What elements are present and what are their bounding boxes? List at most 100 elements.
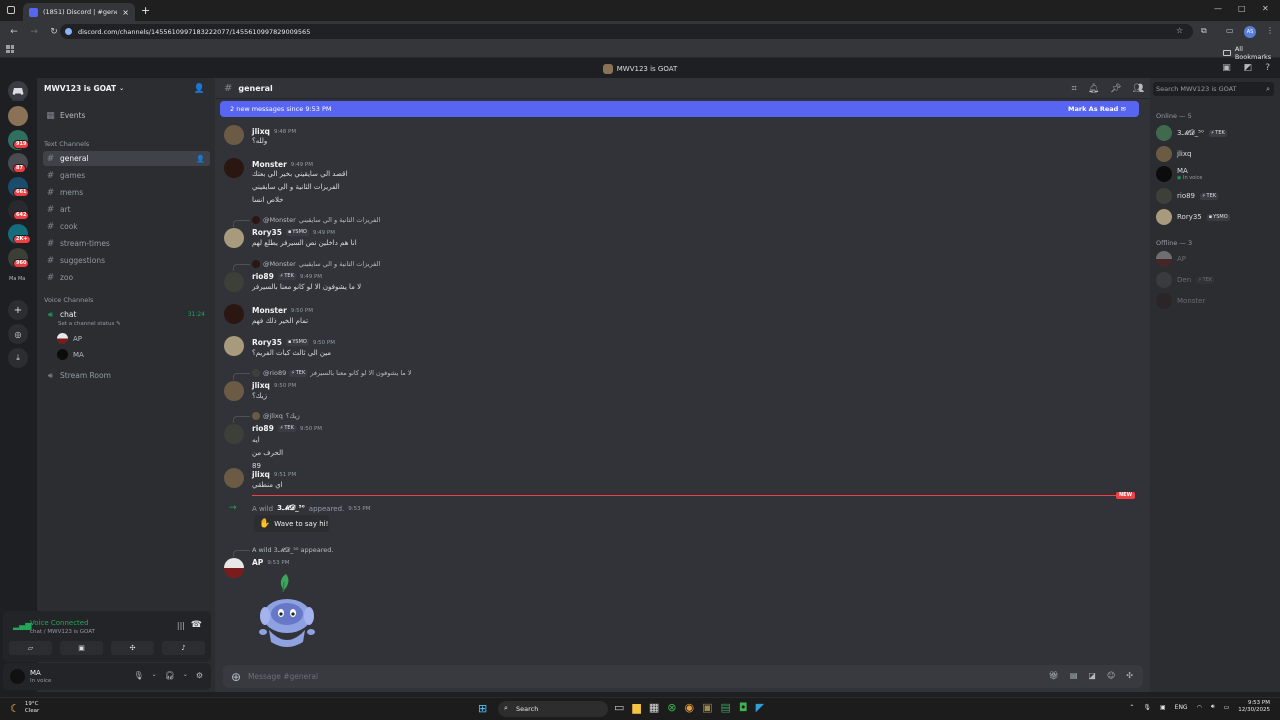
member-list-icon[interactable]: 👥︎ [1133, 84, 1144, 94]
back-icon[interactable]: ← [8, 27, 20, 37]
noise-suppression-icon[interactable]: ||| [177, 621, 185, 630]
telegram-icon[interactable]: ◤ [756, 701, 764, 714]
channel-status-link[interactable]: Set a channel status ✎ [58, 321, 121, 327]
url-field[interactable]: discord.com/channels/1455610997183222077… [60, 24, 1193, 39]
channel-art[interactable]: # art [43, 202, 210, 217]
voice-channel-stream-room[interactable]: 🔊︎ Stream Room [43, 368, 210, 383]
wifi-icon[interactable]: ◠ [1197, 704, 1202, 711]
close-tab-icon[interactable]: × [122, 8, 129, 17]
audio-options-chevron-icon[interactable]: ⌄ [183, 671, 188, 680]
calendar-app-icon[interactable]: ▦ [649, 701, 659, 714]
avatar[interactable] [224, 158, 244, 178]
voice-user-ap[interactable]: AP [57, 333, 82, 344]
pin-icon[interactable]: 📌︎ [1110, 84, 1121, 94]
screenshare-icon[interactable]: ◩ [1244, 63, 1253, 73]
notification-bell-icon[interactable]: 🔔︎ [1088, 84, 1099, 94]
reply-preview[interactable]: @jlixq زيك؟ [233, 412, 300, 423]
tray-app-icon[interactable]: ▣ [1160, 704, 1166, 711]
channel-games[interactable]: # games [43, 168, 210, 183]
author-name[interactable]: rio89 [252, 272, 274, 281]
sticker-icon[interactable]: ◪ [1088, 671, 1096, 680]
microphone-icon[interactable]: 🎙︎ [133, 671, 143, 680]
server-search-input[interactable]: Search MWV123 is GOAT ⌕ [1153, 82, 1274, 96]
author-name[interactable]: AP [252, 558, 263, 567]
mic-options-chevron-icon[interactable]: ⌄ [152, 671, 157, 680]
reload-icon[interactable]: ↻ [48, 27, 60, 37]
voice-channel-chat[interactable]: 🔊︎ chat 31:24 [43, 307, 210, 322]
author-name[interactable]: Monster [252, 306, 287, 315]
member-item[interactable]: Rory35 ▪ YSMO [1156, 209, 1230, 225]
site-info-icon[interactable] [65, 28, 72, 35]
emoji-icon[interactable]: ☺ [1107, 671, 1115, 680]
member-item[interactable]: Monster [1156, 293, 1205, 309]
profile-avatar[interactable]: AS [1244, 26, 1256, 38]
channel-suggestions[interactable]: # suggestions [43, 253, 210, 268]
add-member-icon[interactable]: 👤 [196, 155, 205, 163]
invite-icon[interactable]: 👤 [194, 84, 205, 94]
voice-user-ma[interactable]: MA [57, 349, 84, 360]
author-name[interactable]: Rory35 [252, 228, 282, 237]
clock[interactable]: 9:53 PM 12/30/2025 [1238, 700, 1270, 714]
server-mwv123[interactable] [8, 106, 28, 126]
video-button[interactable]: ▱ [9, 641, 52, 655]
avatar[interactable] [224, 272, 244, 292]
minecraft-icon[interactable]: ▣ [702, 701, 712, 714]
wave-button[interactable]: ✋ Wave to say hi! [254, 515, 329, 532]
voice-connected-label[interactable]: Voice Connected [30, 619, 89, 627]
windows-start-icon[interactable]: ⊞ [478, 702, 487, 715]
user-avatar[interactable] [10, 669, 25, 684]
task-view-icon[interactable]: ▭ [614, 701, 624, 714]
message-composer[interactable]: ⊕ Message #general 🎁︎ ▤ ◪ ☺ ✣ [223, 665, 1143, 688]
channel-cook[interactable]: # cook [43, 219, 210, 234]
user-name[interactable]: MA [30, 669, 41, 677]
tray-lang[interactable]: ENG [1175, 704, 1188, 711]
weather-widget[interactable]: ☾ 19°C Clear [10, 701, 39, 715]
channel-general[interactable]: # general 👤 [43, 151, 210, 166]
member-item[interactable]: AP [1156, 251, 1186, 267]
join-user[interactable]: 3𝓜𝓓_⁵⁰ [277, 504, 305, 513]
channel-zoo[interactable]: # zoo [43, 270, 210, 285]
author-name[interactable]: jlixq [252, 381, 270, 390]
text-channels-category[interactable]: Text Channels [44, 140, 89, 148]
signal-icon[interactable]: ▂▄▆ [13, 621, 31, 630]
channel-stream-times[interactable]: # stream-times [43, 236, 210, 251]
channel-mems[interactable]: # mems [43, 185, 210, 200]
soundboard-button[interactable]: ♪ [162, 641, 205, 655]
gift-icon[interactable]: 🎁︎ [1049, 671, 1059, 680]
chrome-icon[interactable]: ◉ [685, 701, 695, 714]
member-item[interactable]: jlixq [1156, 146, 1191, 162]
apps-icon[interactable]: ✣ [1126, 671, 1133, 680]
member-item[interactable]: rio89 ⚡ TEK [1156, 188, 1219, 204]
author-name[interactable]: jlixq [252, 127, 270, 136]
reply-preview[interactable]: @rio89 ⚡ TEK لا ما يشوفون الا لو كانو معن… [233, 369, 412, 380]
events-item[interactable]: ▦ Events [43, 108, 210, 123]
discover-icon[interactable]: ◎ [8, 324, 28, 344]
disconnect-icon[interactable]: ☎ [191, 620, 202, 630]
volume-icon[interactable]: 🔊︎ [1211, 703, 1215, 711]
member-item[interactable]: Den ⚡ TEK [1156, 272, 1215, 288]
member-item[interactable]: 3𝓜𝓓_⁵⁰ ⚡ TEK [1156, 125, 1227, 141]
dm-folder-label[interactable]: Ma Ma [9, 276, 25, 282]
avatar[interactable] [224, 336, 244, 356]
avatar[interactable] [224, 381, 244, 401]
browser-tab[interactable]: (1851) Discord | #general | MWV × [23, 3, 135, 21]
maximize-icon[interactable]: □ [1238, 4, 1246, 13]
wumpus-sticker[interactable] [259, 572, 321, 650]
new-messages-bar[interactable]: 2 new messages since 9:53 PM Mark As Rea… [220, 101, 1139, 117]
reply-preview[interactable]: @Monster الفريزات الثانية و الي سايقيني [233, 260, 380, 271]
battery-icon[interactable]: ▭ [1224, 704, 1230, 711]
author-name[interactable]: jlixq [252, 470, 270, 479]
gif-icon[interactable]: ▤ [1070, 671, 1078, 680]
avatar[interactable] [224, 468, 244, 488]
bookmark-star-icon[interactable]: ☆ [1176, 26, 1183, 35]
inbox-icon[interactable]: ▣ [1222, 63, 1231, 73]
forward-icon[interactable]: → [28, 27, 40, 37]
screen-share-button[interactable]: ▣ [60, 641, 103, 655]
xbox-icon[interactable]: ⊗ [667, 701, 676, 714]
avatar[interactable] [224, 304, 244, 324]
media-icon[interactable]: ▭ [1226, 26, 1234, 35]
author-name[interactable]: Rory35 [252, 338, 282, 347]
app-icon[interactable]: ◘ [739, 701, 748, 714]
avatar[interactable] [224, 125, 244, 145]
close-window-icon[interactable]: ✕ [1262, 4, 1269, 13]
